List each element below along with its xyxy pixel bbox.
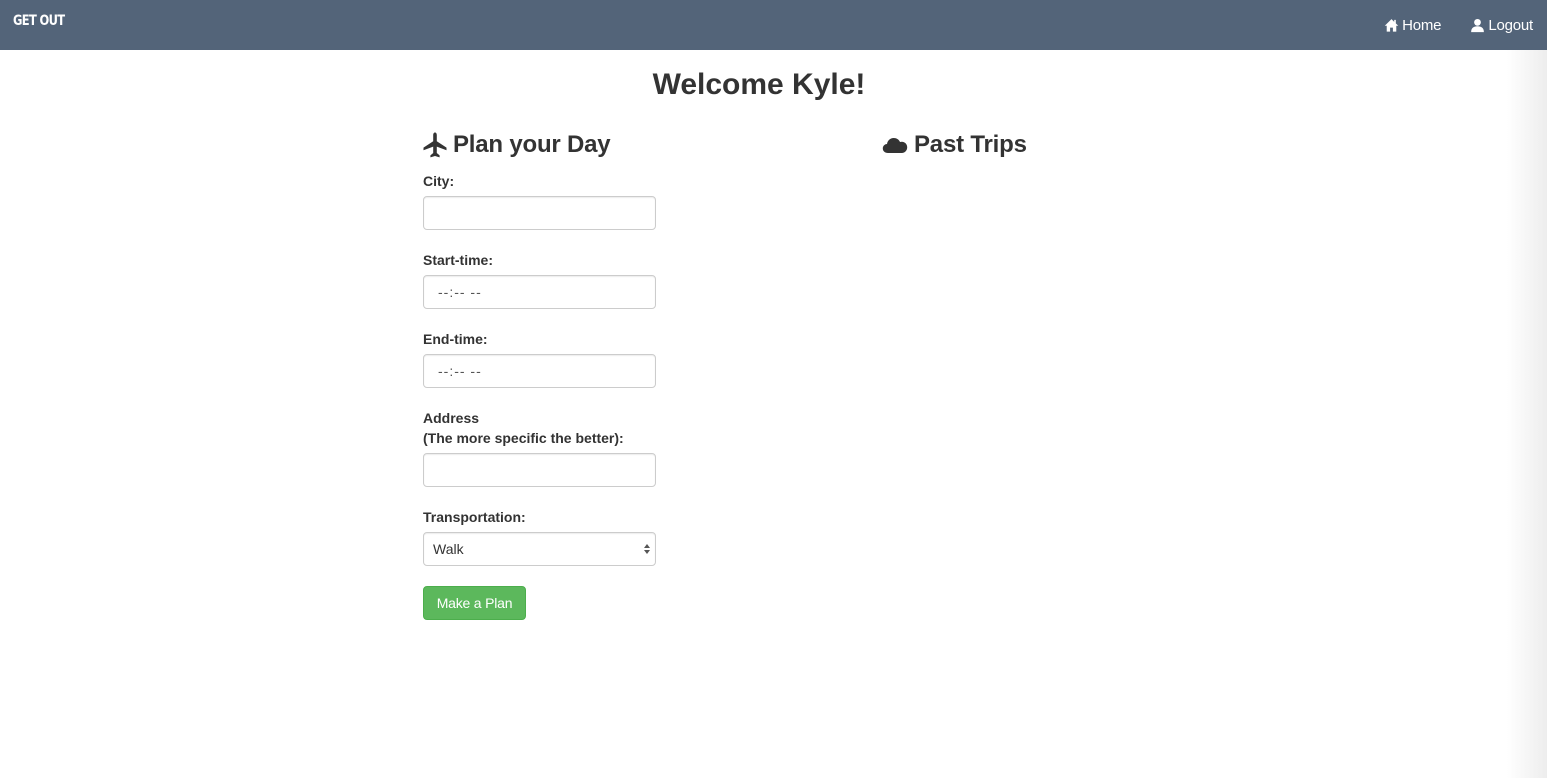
nav-home-label: Home bbox=[1402, 16, 1442, 34]
end-time-value: --:-- -- bbox=[438, 363, 482, 379]
welcome-heading: Welcome Kyle! bbox=[652, 68, 866, 101]
cloud-icon bbox=[882, 138, 908, 153]
plan-title-text: Plan your Day bbox=[453, 131, 611, 158]
address-label: Address (The more specific the better): bbox=[423, 408, 624, 448]
right-edge-shadow bbox=[1507, 50, 1547, 778]
nav-logout-label: Logout bbox=[1488, 16, 1533, 34]
transportation-select[interactable]: Walk bbox=[423, 532, 656, 566]
nav-links: Home Logout bbox=[1355, 0, 1533, 50]
nav-logout-link[interactable]: Logout bbox=[1470, 17, 1533, 34]
start-time-value: --:-- -- bbox=[438, 284, 482, 300]
navbar: GET OUT Home Logout bbox=[0, 0, 1547, 50]
end-time-input[interactable]: --:-- -- bbox=[423, 354, 656, 388]
brand-logo[interactable]: GET OUT bbox=[13, 13, 65, 29]
make-plan-button[interactable]: Make a Plan bbox=[423, 586, 526, 620]
plane-icon bbox=[423, 132, 447, 158]
address-input[interactable] bbox=[423, 453, 656, 487]
end-time-label: End-time: bbox=[423, 331, 488, 347]
start-time-label: Start-time: bbox=[423, 252, 494, 268]
city-input[interactable] bbox=[423, 196, 656, 230]
transportation-label: Transportation: bbox=[423, 509, 526, 525]
start-time-input[interactable]: --:-- -- bbox=[423, 275, 656, 309]
home-icon bbox=[1384, 18, 1399, 32]
plan-section-title: Plan your Day bbox=[423, 131, 611, 159]
select-arrows-icon bbox=[644, 544, 650, 554]
past-trips-title: Past Trips bbox=[882, 131, 1027, 159]
user-icon bbox=[1471, 18, 1485, 32]
past-trips-title-text: Past Trips bbox=[914, 131, 1027, 158]
city-label: City: bbox=[423, 173, 455, 189]
address-label-line1: Address bbox=[423, 410, 480, 426]
address-label-line2: (The more specific the better): bbox=[423, 430, 624, 446]
transportation-selected-value: Walk bbox=[433, 541, 464, 557]
nav-home-link[interactable]: Home bbox=[1384, 16, 1442, 34]
